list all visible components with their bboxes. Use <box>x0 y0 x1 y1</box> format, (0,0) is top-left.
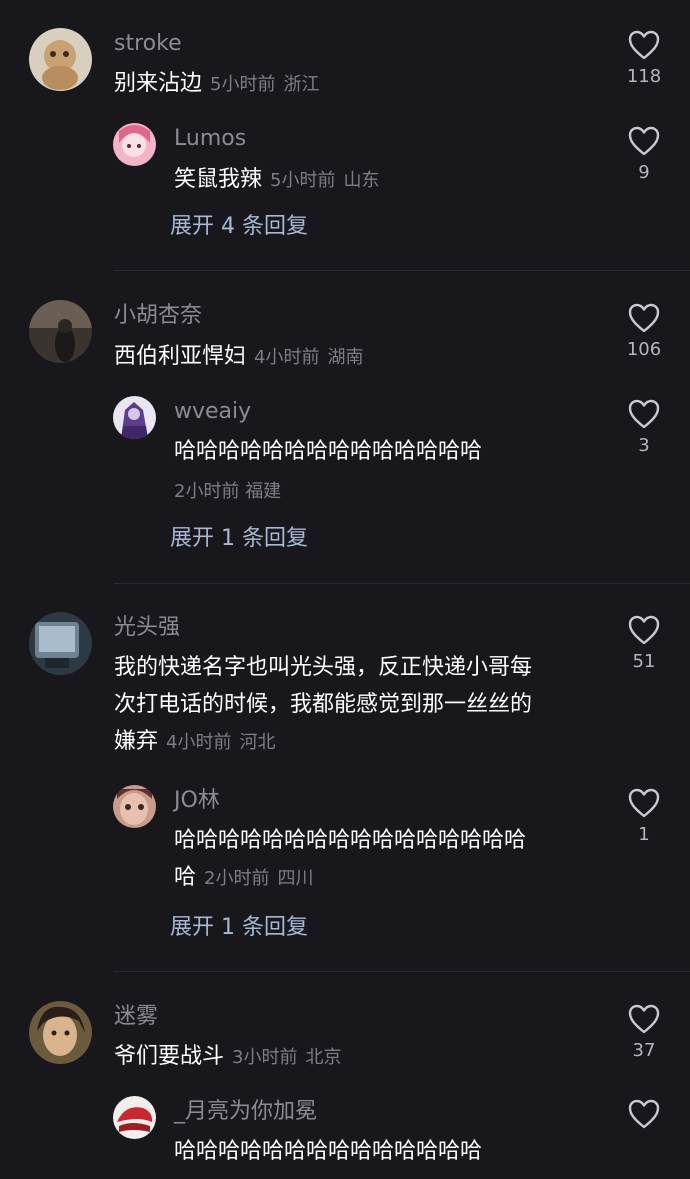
like-count: 3 <box>638 435 650 456</box>
username[interactable]: 小胡杏奈 <box>114 302 202 330</box>
username[interactable]: 迷雾 <box>114 1003 158 1031</box>
like-button[interactable]: 51 <box>614 615 674 673</box>
comment-time: 2小时前 <box>204 868 270 889</box>
username[interactable]: wveaiy <box>174 398 251 426</box>
heart-outline-icon <box>628 788 660 818</box>
expand-replies-button[interactable]: 展开 4 条回复 <box>170 213 308 241</box>
comment-location: 北京 <box>305 1047 342 1068</box>
like-button[interactable]: 37 <box>614 1004 674 1062</box>
comment-time: 4小时前 <box>166 732 232 753</box>
comment-line: 嫌弃 <box>114 729 159 754</box>
avatar[interactable] <box>113 785 156 828</box>
username[interactable]: JO林 <box>174 787 220 815</box>
avatar[interactable] <box>29 28 92 91</box>
heart-outline-icon <box>628 126 660 156</box>
comment-time: 5小时前 <box>270 170 336 191</box>
avatar[interactable] <box>29 300 92 363</box>
divider <box>114 971 690 972</box>
like-count: 37 <box>632 1040 656 1061</box>
expand-replies-button[interactable]: 展开 1 条回复 <box>170 914 308 942</box>
comment-time: 5小时前 <box>210 74 276 95</box>
username[interactable]: Lumos <box>174 125 246 153</box>
comment-text: 爷们要战斗 3小时前 北京 <box>114 1038 341 1076</box>
avatar[interactable] <box>113 1096 156 1139</box>
divider <box>114 270 690 271</box>
comment-text: 笑鼠我辣 5小时前 山东 <box>174 161 379 199</box>
comment-time: 2小时前 <box>174 481 240 502</box>
avatar[interactable] <box>29 612 92 675</box>
avatar[interactable] <box>113 396 156 439</box>
heart-outline-icon <box>628 1099 660 1129</box>
comment-line: 次打电话的时候，我都能感觉到那一丝丝的 <box>114 692 533 717</box>
comment-content: 哈哈哈哈哈哈哈哈哈哈哈哈哈哈 <box>174 1139 483 1164</box>
like-button[interactable]: 9 <box>614 126 674 184</box>
comment-time: 3小时前 <box>232 1047 298 1068</box>
like-button[interactable]: 1 <box>614 788 674 846</box>
avatar[interactable] <box>29 1001 92 1064</box>
comment-location: 湖南 <box>327 347 364 368</box>
username[interactable]: stroke <box>114 30 182 58</box>
like-count: 106 <box>626 339 662 360</box>
like-button[interactable]: 106 <box>614 303 674 361</box>
comment-content: 爷们要战斗 <box>114 1044 225 1069</box>
comment-location: 福建 <box>245 481 282 502</box>
heart-outline-icon <box>628 30 660 60</box>
heart-outline-icon <box>628 1004 660 1034</box>
like-button[interactable] <box>614 1099 674 1129</box>
comment-content: 哈哈哈哈哈哈哈哈哈哈哈哈哈哈 <box>174 439 483 464</box>
comment-meta: 2小时前 福建 <box>174 478 281 506</box>
like-count: 1 <box>638 824 650 845</box>
like-button[interactable]: 118 <box>614 30 674 88</box>
comment-content: 笑鼠我辣 <box>174 167 263 192</box>
comment-text: 我的快递名字也叫光头强，反正快递小哥每 次打电话的时候，我都能感觉到那一丝丝的 … <box>114 649 604 761</box>
comment-line: 哈 <box>174 865 197 890</box>
heart-outline-icon <box>628 399 660 429</box>
comment-text: 别来沾边 5小时前 浙江 <box>114 65 319 103</box>
like-count: 9 <box>638 162 650 183</box>
comment-time: 4小时前 <box>254 347 320 368</box>
comment-text: 哈哈哈哈哈哈哈哈哈哈哈哈哈哈哈哈 哈 2小时前 四川 <box>174 822 604 897</box>
heart-outline-icon <box>628 615 660 645</box>
comment-location: 四川 <box>277 868 314 889</box>
comment-location: 河北 <box>239 732 276 753</box>
comment-line: 我的快递名字也叫光头强，反正快递小哥每 <box>114 655 533 680</box>
username[interactable]: _月亮为你加冕 <box>174 1098 317 1126</box>
username[interactable]: 光头强 <box>114 614 180 642</box>
like-button[interactable]: 3 <box>614 399 674 457</box>
comment-location: 山东 <box>343 170 380 191</box>
like-count: 118 <box>626 66 662 87</box>
divider <box>114 583 690 584</box>
avatar[interactable] <box>113 123 156 166</box>
comment-location: 浙江 <box>283 74 320 95</box>
comment-text: 西伯利亚悍妇 4小时前 湖南 <box>114 338 363 376</box>
like-count: 51 <box>632 651 656 672</box>
comment-line: 哈哈哈哈哈哈哈哈哈哈哈哈哈哈哈哈 <box>174 828 527 853</box>
comment-content: 西伯利亚悍妇 <box>114 344 247 369</box>
heart-outline-icon <box>628 303 660 333</box>
comment-content: 别来沾边 <box>114 71 203 96</box>
expand-replies-button[interactable]: 展开 1 条回复 <box>170 525 308 553</box>
